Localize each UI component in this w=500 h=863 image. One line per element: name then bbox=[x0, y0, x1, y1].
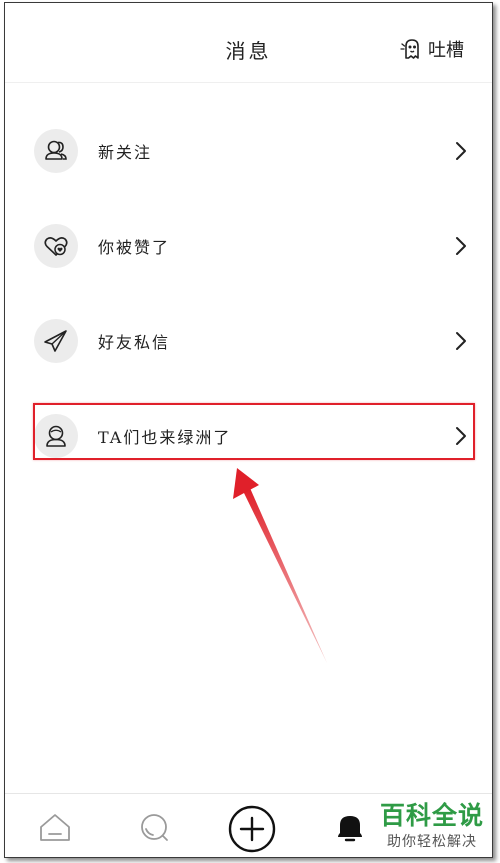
list-item-friends-joined[interactable]: TA们也来绿洲了 bbox=[5, 388, 492, 483]
ghost-icon bbox=[400, 39, 419, 59]
chevron-right-icon bbox=[456, 141, 466, 160]
people-icon bbox=[34, 128, 78, 173]
list-item-label: TA们也来绿洲了 bbox=[98, 427, 232, 447]
chevron-right-icon bbox=[456, 426, 466, 445]
list-item-new-followers[interactable]: 新关注 bbox=[5, 103, 492, 198]
add-button[interactable] bbox=[227, 804, 277, 854]
feedback-button[interactable]: 吐槽 bbox=[399, 36, 464, 62]
chevron-right-icon bbox=[456, 236, 466, 255]
heart-chat-icon bbox=[34, 223, 78, 268]
watermark: 百科全说 助你轻松解决 bbox=[380, 801, 484, 851]
chevron-right-icon bbox=[456, 331, 466, 350]
add-icon bbox=[228, 805, 276, 853]
tab-discover[interactable] bbox=[136, 809, 172, 845]
watermark-title: 百科全说 bbox=[379, 801, 484, 830]
list-item-label: 好友私信 bbox=[98, 332, 171, 352]
feedback-label: 吐槽 bbox=[428, 40, 464, 61]
list-item-label: 新关注 bbox=[98, 142, 153, 162]
home-icon bbox=[40, 814, 70, 841]
list-item-likes[interactable]: 你被赞了 bbox=[5, 198, 492, 293]
bell-icon bbox=[338, 816, 362, 842]
bottom-nav: 百科全说 助你轻松解决 bbox=[5, 793, 492, 857]
list-item-label: 你被赞了 bbox=[98, 237, 171, 257]
watermark-subtitle: 助你轻松解决 bbox=[386, 834, 477, 850]
discover-icon bbox=[141, 814, 168, 841]
top-header: 消息 吐槽 bbox=[5, 3, 492, 83]
tab-home[interactable] bbox=[37, 809, 73, 845]
person-icon bbox=[34, 413, 78, 458]
phone-screen: 消息 吐槽 新关注 你被赞了 好友私信 TA们也来绿洲了 百科全说 助你轻松解决 bbox=[4, 2, 493, 858]
paper-plane-icon bbox=[34, 318, 78, 363]
message-list: 新关注 你被赞了 好友私信 TA们也来绿洲了 bbox=[5, 103, 492, 483]
tab-messages[interactable] bbox=[332, 809, 368, 845]
list-item-private-messages[interactable]: 好友私信 bbox=[5, 293, 492, 388]
